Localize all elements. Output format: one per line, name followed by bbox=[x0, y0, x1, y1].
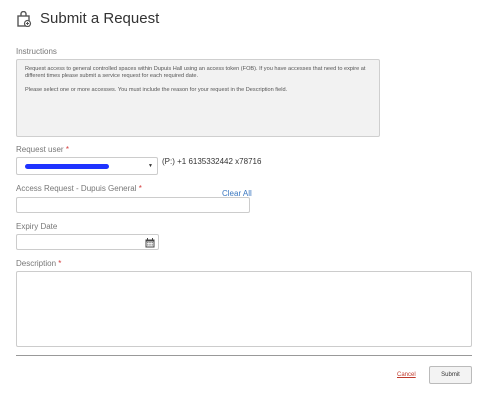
page-title: Submit a Request bbox=[40, 10, 160, 27]
request-user-select[interactable]: ▼ bbox=[16, 157, 158, 175]
chevron-down-icon: ▼ bbox=[148, 163, 153, 169]
description-textarea[interactable] bbox=[16, 271, 472, 347]
access-request-label: Access Request - Dupuis General * bbox=[16, 184, 142, 193]
request-user-label: Request user * bbox=[16, 145, 69, 154]
required-marker: * bbox=[65, 145, 69, 154]
request-user-label-text: Request user bbox=[16, 145, 64, 154]
request-user-phone: (P:) +1 6135332442 x78716 bbox=[162, 157, 262, 166]
description-label-text: Description bbox=[16, 259, 57, 268]
request-lock-icon bbox=[17, 10, 32, 27]
required-marker: * bbox=[58, 259, 62, 268]
instructions-text-1: Request access to general controlled spa… bbox=[25, 66, 366, 79]
expiry-date-label: Expiry Date bbox=[16, 222, 58, 231]
access-request-input[interactable] bbox=[16, 197, 250, 213]
footer-divider bbox=[16, 355, 472, 356]
instructions-text-2: Please select one or more accesses. You … bbox=[25, 86, 288, 93]
submit-button[interactable]: Submit bbox=[429, 366, 472, 384]
instructions-box: Request access to general controlled spa… bbox=[16, 59, 380, 137]
cancel-link[interactable]: Cancel bbox=[397, 372, 416, 378]
instructions-label: Instructions bbox=[16, 47, 57, 56]
access-request-label-text: Access Request - Dupuis General bbox=[16, 184, 137, 193]
expiry-date-input[interactable] bbox=[16, 234, 159, 250]
required-marker: * bbox=[138, 184, 142, 193]
page-header: Submit a Request bbox=[16, 10, 159, 27]
description-label: Description * bbox=[16, 259, 61, 268]
calendar-icon[interactable] bbox=[145, 238, 155, 248]
redacted-user-value bbox=[25, 164, 109, 169]
